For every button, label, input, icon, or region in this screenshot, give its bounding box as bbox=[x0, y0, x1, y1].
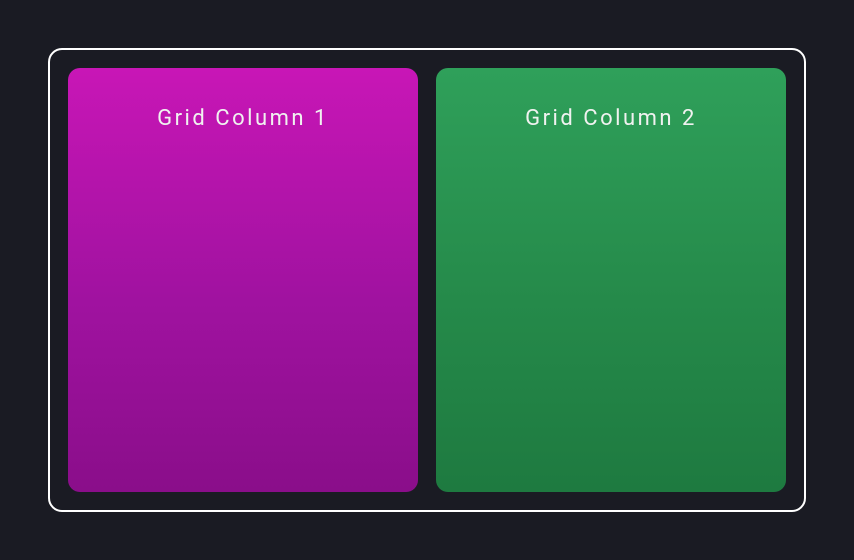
grid-column-2: Grid Column 2 bbox=[436, 68, 786, 492]
grid-column-2-label: Grid Column 2 bbox=[525, 106, 697, 131]
grid-container: Grid Column 1 Grid Column 2 bbox=[48, 48, 806, 512]
grid-column-1: Grid Column 1 bbox=[68, 68, 418, 492]
grid-column-1-label: Grid Column 1 bbox=[157, 106, 329, 131]
